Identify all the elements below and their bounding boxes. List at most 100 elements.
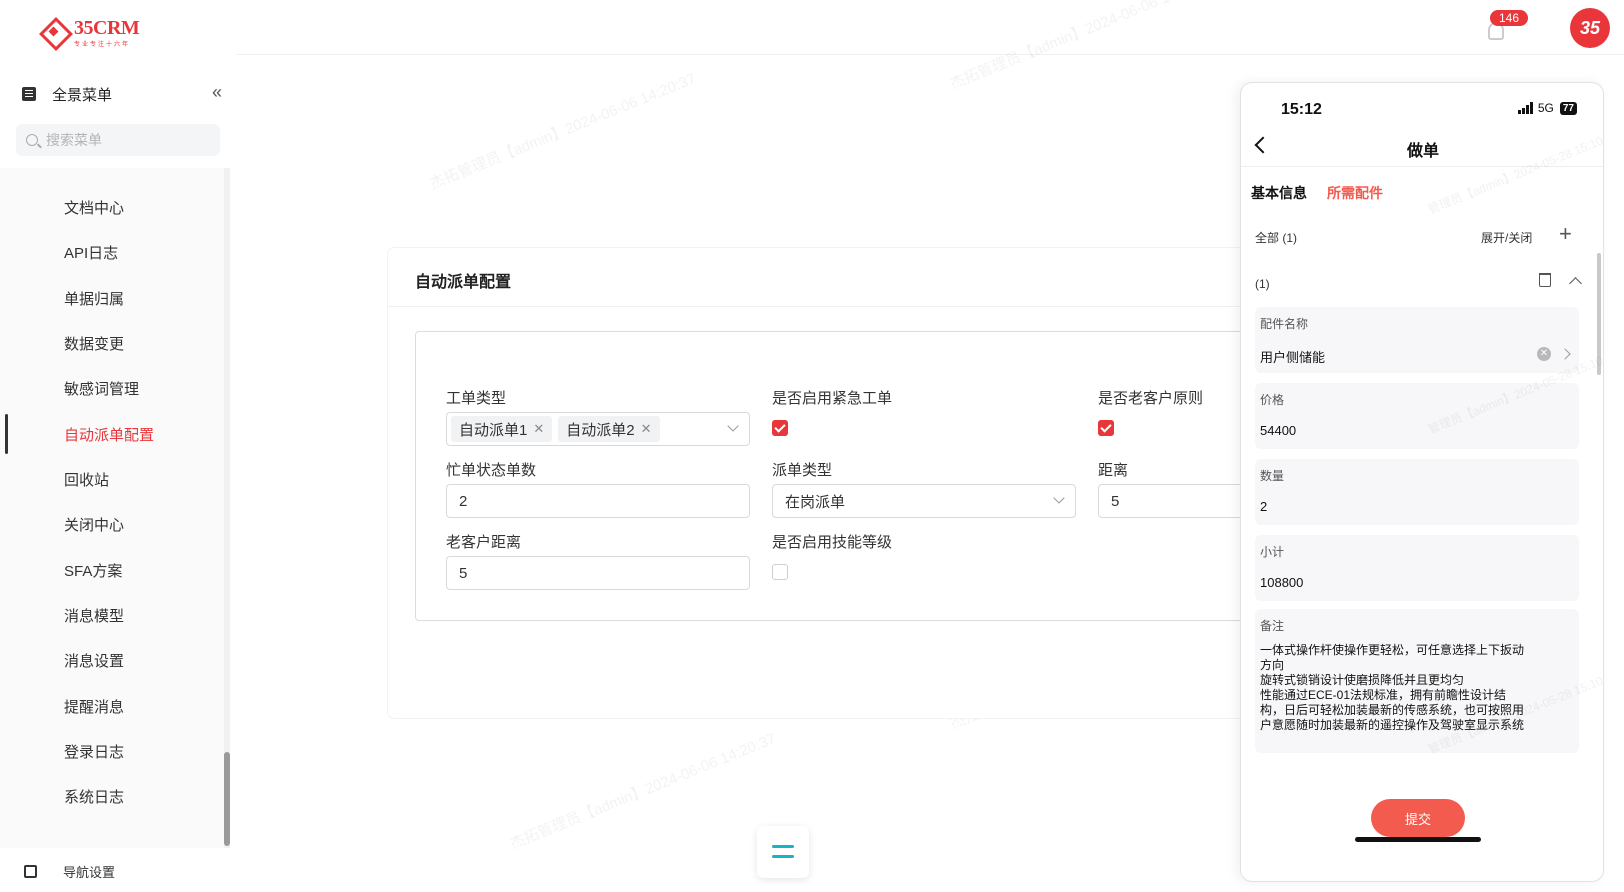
old-customer-checkbox[interactable] bbox=[1098, 420, 1114, 436]
chevron-down-icon bbox=[1053, 492, 1065, 504]
field-value: 用户侧储能 bbox=[1260, 350, 1326, 365]
field-value: 108800 bbox=[1260, 575, 1304, 590]
collapse-sidebar-icon[interactable]: « bbox=[212, 82, 222, 103]
sidebar-item-sensitive-words[interactable]: 敏感词管理 bbox=[0, 366, 226, 410]
field-label: 小计 bbox=[1260, 545, 1285, 559]
battery-icon: 77 bbox=[1559, 101, 1577, 115]
old-customer-label: 是否老客户原则 bbox=[1098, 390, 1204, 407]
order-type-select[interactable]: 自动派单1 ✕ 自动派单2 ✕ bbox=[446, 412, 750, 446]
field-label: 配件名称 bbox=[1260, 317, 1309, 331]
price-field[interactable]: 价格 54400 bbox=[1255, 383, 1579, 449]
field-label: 价格 bbox=[1260, 393, 1285, 407]
sidebar-item-label: 提醒消息 bbox=[64, 698, 125, 716]
sidebar-item-ownership[interactable]: 单据归属 bbox=[0, 276, 226, 320]
skill-level-checkbox[interactable] bbox=[772, 564, 788, 580]
menu-fab[interactable] bbox=[757, 826, 809, 878]
menu-bar bbox=[772, 845, 794, 848]
avatar[interactable]: 35 bbox=[1570, 8, 1610, 48]
menu-grid-icon bbox=[22, 87, 36, 101]
skill-level-label: 是否启用技能等级 bbox=[772, 534, 893, 551]
brand-logo[interactable]: 35CRM 专业专注十六年 bbox=[38, 16, 140, 48]
auto-dispatch-card: 自动派单配置 工单类型 自动派单1 ✕ 自动派单2 ✕ 是否启用紧急工单 是否老客户… bbox=[388, 248, 1288, 718]
search-icon bbox=[26, 134, 38, 146]
menu-list: 文档中心 API日志 单据归属 数据变更 敏感词管理 自动派单配置 回收站 关闭… bbox=[0, 168, 226, 848]
remove-tag-icon[interactable]: ✕ bbox=[641, 421, 652, 437]
sidebar-item-label: 自动派单配置 bbox=[64, 426, 155, 444]
sidebar-item-label: 关闭中心 bbox=[64, 516, 125, 534]
add-icon[interactable]: + bbox=[1559, 221, 1572, 247]
sidebar-item-label: API日志 bbox=[64, 244, 119, 262]
subtotal-field: 小计 108800 bbox=[1255, 535, 1579, 601]
mobile-scrollbar[interactable] bbox=[1597, 253, 1601, 375]
logo-icon bbox=[38, 16, 70, 48]
busy-count-label: 忙单状态单数 bbox=[446, 462, 537, 479]
menu-search-input[interactable] bbox=[46, 132, 206, 148]
sidebar-item-message-model[interactable]: 消息模型 bbox=[0, 593, 226, 637]
dispatch-type-value: 在岗派单 bbox=[785, 493, 846, 511]
sidebar-item-docs[interactable]: 文档中心 bbox=[0, 185, 226, 229]
nav-settings[interactable]: 导航设置 bbox=[24, 862, 115, 881]
sidebar-scrollbar[interactable] bbox=[224, 168, 230, 848]
field-value: 54400 bbox=[1260, 423, 1297, 438]
sidebar-scroll-thumb[interactable] bbox=[224, 752, 230, 846]
menu-title: 全景菜单 bbox=[52, 86, 113, 104]
remark-field[interactable]: 备注 一体式操作杆使操作更轻松，可任意选择上下扳动方向 旋转式锁销设计使磨损降低… bbox=[1255, 609, 1579, 753]
mobile-navbar: 做单 bbox=[1241, 131, 1603, 167]
expand-toggle[interactable]: 展开/关闭 bbox=[1481, 229, 1532, 246]
sidebar-item-auto-dispatch[interactable]: 自动派单配置 bbox=[0, 412, 226, 456]
tab-basic-info[interactable]: 基本信息 bbox=[1251, 183, 1307, 203]
field-label: 备注 bbox=[1260, 619, 1285, 633]
urgent-label: 是否启用紧急工单 bbox=[772, 390, 893, 407]
sidebar-item-login-log[interactable]: 登录日志 bbox=[0, 729, 226, 773]
sidebar-item-system-log[interactable]: 系统日志 bbox=[0, 774, 226, 818]
status-time: 15:12 bbox=[1281, 101, 1322, 118]
item-index: (1) bbox=[1255, 277, 1270, 291]
busy-count-input[interactable]: 2 bbox=[446, 484, 750, 518]
submit-button[interactable]: 提交 bbox=[1371, 799, 1465, 837]
sidebar-item-label: SFA方案 bbox=[64, 562, 123, 580]
sidebar-item-sfa[interactable]: SFA方案 bbox=[0, 548, 226, 592]
old-distance-input[interactable]: 5 bbox=[446, 556, 750, 590]
distance-value: 5 bbox=[1111, 492, 1120, 510]
all-count[interactable]: 全部 (1) bbox=[1255, 229, 1297, 246]
sidebar-item-data-change[interactable]: 数据变更 bbox=[0, 321, 226, 365]
remark-text: 一体式操作杆使操作更轻松，可任意选择上下扳动方向 旋转式锁销设计使磨损降低并且更… bbox=[1260, 643, 1525, 732]
sidebar-item-api-log[interactable]: API日志 bbox=[0, 230, 226, 274]
sidebar-item-close-center[interactable]: 关闭中心 bbox=[0, 502, 226, 546]
tag-label: 自动派单1 bbox=[459, 421, 528, 439]
sidebar-item-label: 登录日志 bbox=[64, 743, 125, 761]
network-label: 5G bbox=[1537, 101, 1554, 115]
watermark: 杰拓管理员【admin】2024-06-06 14:20:37 bbox=[947, 0, 1219, 93]
order-type-tag: 自动派单2 ✕ bbox=[558, 416, 660, 442]
field-label: 数量 bbox=[1260, 469, 1285, 483]
clear-icon[interactable]: ✕ bbox=[1537, 347, 1551, 361]
brand-name: 35CRM bbox=[74, 16, 140, 39]
header-divider bbox=[236, 54, 1624, 55]
trash-icon[interactable] bbox=[1539, 273, 1551, 287]
sidebar-item-label: 数据变更 bbox=[64, 335, 125, 353]
part-name-field[interactable]: 配件名称 用户侧储能 ✕ bbox=[1255, 307, 1579, 373]
sidebar-item-reminders[interactable]: 提醒消息 bbox=[0, 684, 226, 728]
mobile-title: 做单 bbox=[1406, 143, 1439, 160]
signal-icon bbox=[1517, 102, 1534, 114]
dispatch-type-select[interactable]: 在岗派单 bbox=[772, 484, 1076, 518]
status-bar: 5G 77 bbox=[1517, 101, 1577, 115]
tab-parts[interactable]: 所需配件 bbox=[1327, 183, 1383, 203]
urgent-checkbox[interactable] bbox=[772, 420, 788, 436]
old-distance-label: 老客户距离 bbox=[446, 534, 522, 551]
sidebar-item-label: 单据归属 bbox=[64, 290, 125, 308]
sidebar-item-label: 消息模型 bbox=[64, 607, 125, 625]
sidebar-item-message-settings[interactable]: 消息设置 bbox=[0, 638, 226, 682]
remove-tag-icon[interactable]: ✕ bbox=[533, 421, 544, 437]
order-type-tag: 自动派单1 ✕ bbox=[451, 416, 553, 442]
chevron-up-icon[interactable] bbox=[1569, 277, 1582, 290]
nav-settings-label: 导航设置 bbox=[63, 865, 116, 880]
sidebar-item-recycle-bin[interactable]: 回收站 bbox=[0, 457, 226, 501]
quantity-field[interactable]: 数量 2 bbox=[1255, 459, 1579, 525]
notification-badge: 146 bbox=[1490, 10, 1528, 26]
page-title: 自动派单配置 bbox=[415, 274, 512, 291]
home-indicator bbox=[1355, 837, 1481, 842]
field-value: 2 bbox=[1260, 499, 1268, 514]
layout-icon bbox=[24, 865, 37, 878]
menu-bar bbox=[772, 855, 794, 858]
